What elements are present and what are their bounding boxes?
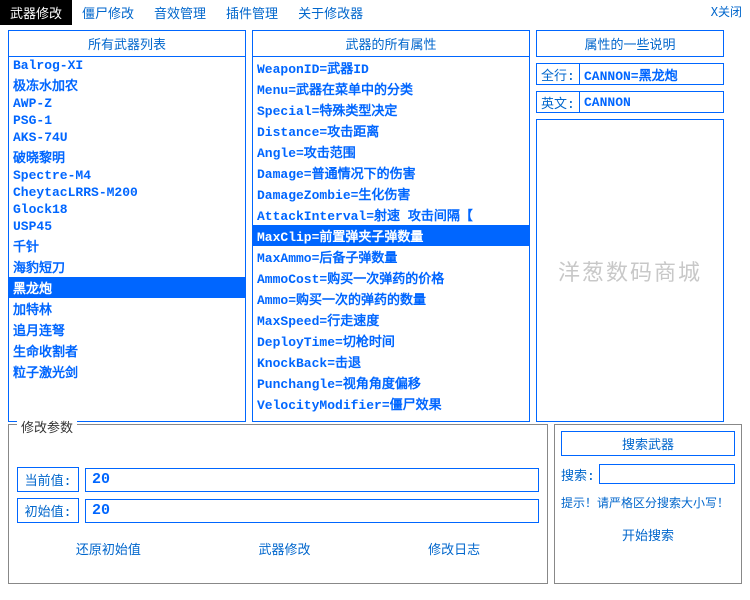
tab-sound-manage[interactable]: 音效管理 bbox=[144, 0, 216, 25]
weapon-item[interactable]: 极冻水加农 bbox=[9, 74, 245, 95]
attr-info-panel: 属性的一些说明 bbox=[536, 30, 724, 57]
menu-bar: 武器修改 僵尸修改 音效管理 插件管理 关于修改器 bbox=[0, 0, 750, 24]
prop-item[interactable]: WeaponID=武器ID bbox=[253, 57, 529, 78]
current-value-input[interactable] bbox=[85, 468, 539, 492]
initial-value-input[interactable] bbox=[85, 499, 539, 523]
params-panel: 修改参数 当前值: 初始值: 还原初始值 武器修改 修改日志 bbox=[8, 424, 548, 584]
weapons-listbox[interactable]: Balrog-XI极冻水加农AWP-ZPSG-1AKS-74U破晓黎明Spect… bbox=[9, 57, 245, 421]
search-label: 搜索: bbox=[561, 465, 595, 484]
prop-item[interactable]: Damage=普通情况下的伤害 bbox=[253, 162, 529, 183]
weapon-item[interactable]: 粒子激光剑 bbox=[9, 361, 245, 382]
weapon-item[interactable]: Spectre-M4 bbox=[9, 167, 245, 184]
english-value: CANNON bbox=[579, 92, 723, 112]
weapon-item[interactable]: 黑龙炮 bbox=[9, 277, 245, 298]
prop-item[interactable]: Ammo=购买一次的弹药的数量 bbox=[253, 288, 529, 309]
log-button[interactable]: 修改日志 bbox=[418, 535, 490, 562]
prop-item[interactable]: AmmoCost=购买一次弹药的价格 bbox=[253, 267, 529, 288]
weapon-item[interactable]: 追月连弩 bbox=[9, 319, 245, 340]
tab-zombie-modify[interactable]: 僵尸修改 bbox=[72, 0, 144, 25]
full-line-value: CANNON=黑龙炮 bbox=[579, 64, 723, 84]
modify-button[interactable]: 武器修改 bbox=[248, 535, 320, 562]
watermark: 洋葱数码商城 bbox=[536, 119, 724, 422]
search-header: 搜索武器 bbox=[561, 431, 735, 456]
prop-item[interactable]: Special=特殊类型决定 bbox=[253, 99, 529, 120]
weapon-item[interactable]: USP45 bbox=[9, 218, 245, 235]
weapon-item[interactable]: AWP-Z bbox=[9, 95, 245, 112]
search-input[interactable] bbox=[599, 464, 735, 484]
restore-button[interactable]: 还原初始值 bbox=[66, 535, 151, 562]
prop-item[interactable]: Distance=攻击距离 bbox=[253, 120, 529, 141]
prop-item[interactable]: VelocityModifier=僵尸效果 bbox=[253, 393, 529, 414]
tab-plugin-manage[interactable]: 插件管理 bbox=[216, 0, 288, 25]
weapon-item[interactable]: Glock18 bbox=[9, 201, 245, 218]
weapon-item[interactable]: CheytacLRRS-M200 bbox=[9, 184, 245, 201]
english-field: 英文: CANNON bbox=[536, 91, 724, 113]
attr-info-header: 属性的一些说明 bbox=[537, 31, 723, 56]
prop-item[interactable]: Punchangle=视角角度偏移 bbox=[253, 372, 529, 393]
english-label: 英文: bbox=[537, 93, 579, 112]
weapon-item[interactable]: 千针 bbox=[9, 235, 245, 256]
full-line-field: 全行: CANNON=黑龙炮 bbox=[536, 63, 724, 85]
current-value-label: 当前值: bbox=[17, 467, 79, 492]
params-legend: 修改参数 bbox=[17, 417, 77, 436]
weapon-item[interactable]: PSG-1 bbox=[9, 112, 245, 129]
close-button[interactable]: X关闭 bbox=[711, 3, 742, 20]
prop-item[interactable]: AttackInterval=射速 攻击间隔【 bbox=[253, 204, 529, 225]
prop-item[interactable]: Menu=武器在菜单中的分类 bbox=[253, 78, 529, 99]
weapons-panel: 所有武器列表 Balrog-XI极冻水加农AWP-ZPSG-1AKS-74U破晓… bbox=[8, 30, 246, 422]
weapon-item[interactable]: Balrog-XI bbox=[9, 57, 245, 74]
prop-item[interactable]: KnockBack=击退 bbox=[253, 351, 529, 372]
prop-item[interactable]: Angle=攻击范围 bbox=[253, 141, 529, 162]
search-hint: 提示！请严格区分搜索大小写！ bbox=[561, 494, 735, 511]
tab-weapon-modify[interactable]: 武器修改 bbox=[0, 0, 72, 25]
weapon-item[interactable]: AKS-74U bbox=[9, 129, 245, 146]
weapon-item[interactable]: 生命收割者 bbox=[9, 340, 245, 361]
prop-item[interactable]: DeployTime=切枪时间 bbox=[253, 330, 529, 351]
prop-item[interactable]: MaxClip=前置弹夹子弹数量 bbox=[253, 225, 529, 246]
weapons-header: 所有武器列表 bbox=[9, 31, 245, 57]
tab-about[interactable]: 关于修改器 bbox=[288, 0, 373, 25]
search-panel: 搜索武器 搜索: 提示！请严格区分搜索大小写！ 开始搜索 bbox=[554, 424, 742, 584]
props-panel: 武器的所有属性 WeaponID=武器IDMenu=武器在菜单中的分类Speci… bbox=[252, 30, 530, 422]
weapon-item[interactable]: 加特林 bbox=[9, 298, 245, 319]
prop-item[interactable]: MaxSpeed=行走速度 bbox=[253, 309, 529, 330]
initial-value-label: 初始值: bbox=[17, 498, 79, 523]
prop-item[interactable]: DamageZombie=生化伤害 bbox=[253, 183, 529, 204]
weapon-item[interactable]: 海豹短刀 bbox=[9, 256, 245, 277]
full-line-label: 全行: bbox=[537, 65, 579, 84]
weapon-item[interactable]: 破晓黎明 bbox=[9, 146, 245, 167]
search-button[interactable]: 开始搜索 bbox=[561, 521, 735, 548]
prop-item[interactable]: MaxAmmo=后备子弹数量 bbox=[253, 246, 529, 267]
props-listbox[interactable]: WeaponID=武器IDMenu=武器在菜单中的分类Special=特殊类型决… bbox=[253, 57, 529, 421]
props-header: 武器的所有属性 bbox=[253, 31, 529, 57]
